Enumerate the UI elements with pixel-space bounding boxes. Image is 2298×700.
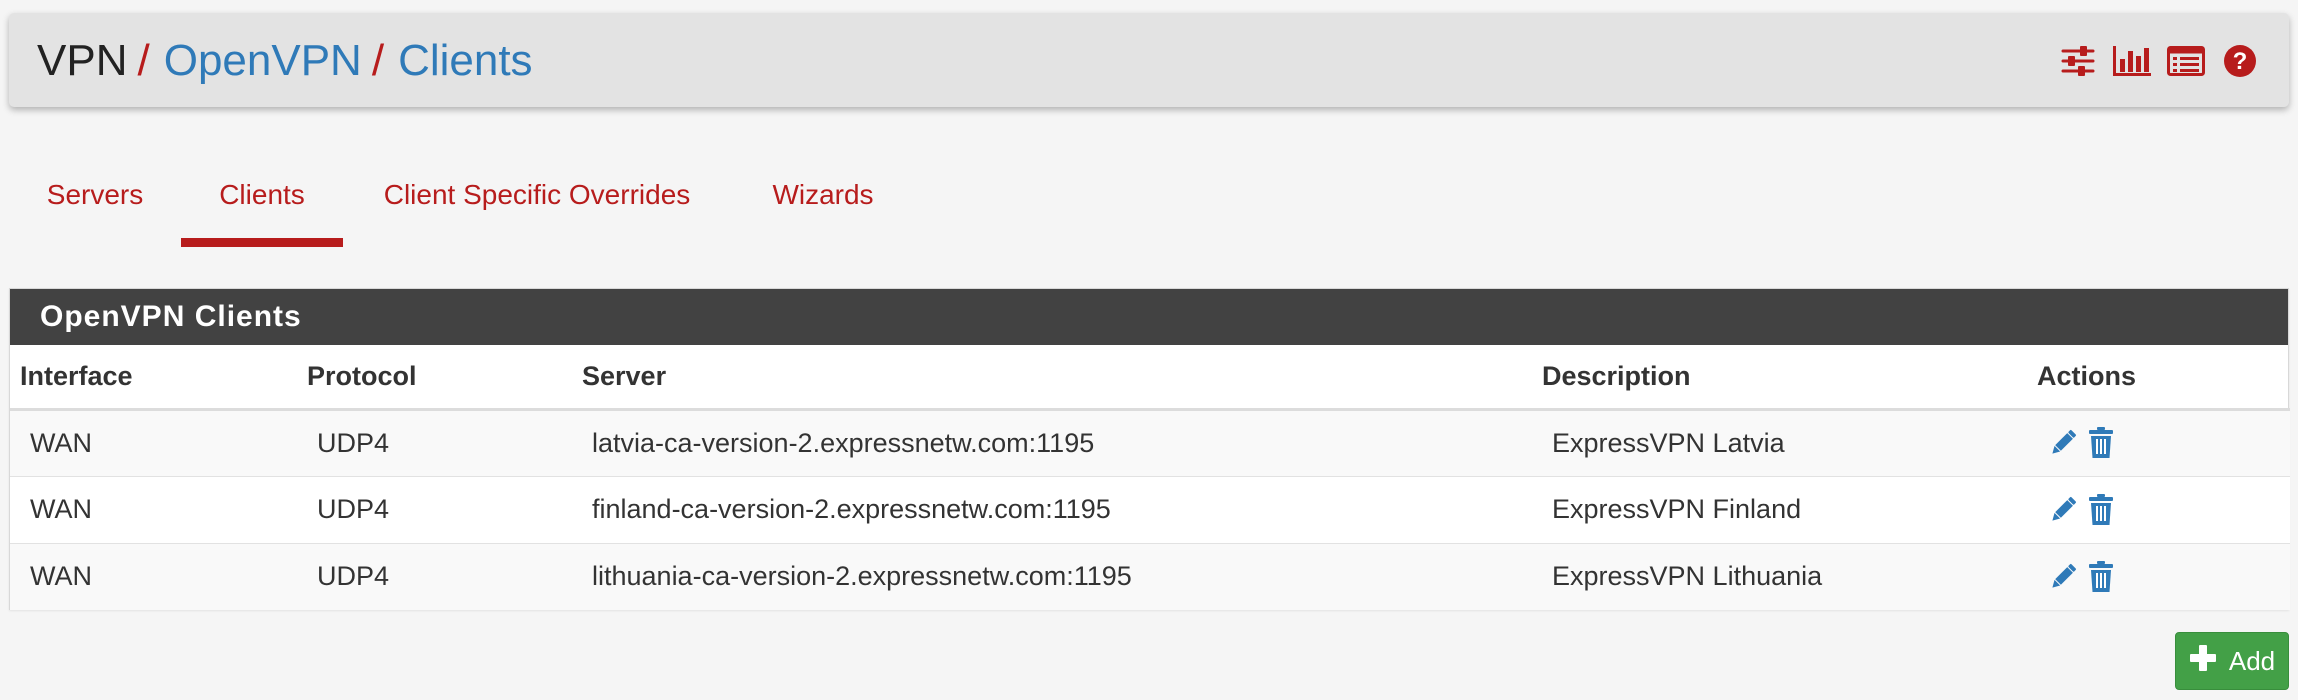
cell-actions — [2027, 408, 2290, 476]
tab-servers[interactable]: Servers — [45, 165, 145, 247]
breadcrumb-separator: / — [371, 36, 385, 85]
cell-server: latvia-ca-version-2.expressnetw.com:1195 — [572, 408, 1532, 476]
openvpn-clients-panel: OpenVPN Clients Interface Protocol Serve… — [9, 288, 2290, 610]
page-header: VPN / OpenVPN / Clients ? — [9, 13, 2289, 107]
column-header-description: Description — [1532, 345, 2027, 411]
cell-description: ExpressVPN Latvia — [1532, 408, 2027, 476]
log-list-icon[interactable] — [2165, 41, 2207, 81]
panel-title: OpenVPN Clients — [10, 289, 2288, 345]
cell-server: finland-ca-version-2.expressnetw.com:119… — [572, 475, 1532, 543]
page: VPN / OpenVPN / Clients ? Servers Client… — [0, 0, 2298, 700]
cell-server: lithuania-ca-version-2.expressnetw.com:1… — [572, 542, 1532, 610]
delete-trash-icon[interactable] — [2085, 493, 2117, 527]
tab-clients[interactable]: Clients — [181, 165, 343, 247]
breadcrumb-separator: / — [137, 36, 150, 85]
table-header-row: Interface Protocol Server Description Ac… — [10, 345, 2290, 411]
column-header-protocol: Protocol — [297, 345, 572, 411]
table-row[interactable]: WAN UDP4 latvia-ca-version-2.expressnetw… — [10, 408, 2290, 476]
breadcrumb-clients[interactable]: Clients — [398, 36, 533, 85]
edit-pencil-icon[interactable] — [2047, 560, 2079, 594]
help-icon[interactable]: ? — [2219, 41, 2261, 81]
tab-wizards[interactable]: Wizards — [767, 165, 879, 247]
plus-icon — [2189, 644, 2217, 679]
breadcrumb-vpn: VPN — [37, 36, 128, 85]
delete-trash-icon[interactable] — [2085, 426, 2117, 460]
cell-description: ExpressVPN Finland — [1532, 475, 2027, 543]
cell-protocol: UDP4 — [297, 408, 572, 476]
add-button-label: Add — [2228, 645, 2276, 676]
cell-description: ExpressVPN Lithuania — [1532, 542, 2027, 610]
cell-interface: WAN — [10, 542, 297, 610]
clients-table: Interface Protocol Server Description Ac… — [10, 345, 2290, 610]
svg-text:?: ? — [2233, 48, 2248, 75]
cell-protocol: UDP4 — [297, 475, 572, 543]
edit-pencil-icon[interactable] — [2047, 493, 2079, 527]
cell-interface: WAN — [10, 408, 297, 476]
tab-client-specific-overrides[interactable]: Client Specific Overrides — [383, 165, 691, 247]
table-row[interactable]: WAN UDP4 finland-ca-version-2.expressnet… — [10, 475, 2290, 543]
cell-actions — [2027, 542, 2290, 610]
column-header-server: Server — [572, 345, 1532, 411]
delete-trash-icon[interactable] — [2085, 560, 2117, 594]
edit-pencil-icon[interactable] — [2047, 426, 2079, 460]
cell-actions — [2027, 475, 2290, 543]
breadcrumb-openvpn[interactable]: OpenVPN — [164, 36, 362, 85]
cell-protocol: UDP4 — [297, 542, 572, 610]
breadcrumb: VPN / OpenVPN / Clients — [37, 36, 533, 85]
header-shortcuts: ? — [2057, 41, 2261, 81]
add-button[interactable]: Add — [2175, 632, 2289, 690]
column-header-interface: Interface — [10, 345, 297, 411]
column-header-actions: Actions — [2027, 345, 2290, 411]
table-row[interactable]: WAN UDP4 lithuania-ca-version-2.expressn… — [10, 542, 2290, 610]
cell-interface: WAN — [10, 475, 297, 543]
sliders-icon[interactable] — [2057, 41, 2099, 81]
bar-chart-icon[interactable] — [2111, 41, 2153, 81]
